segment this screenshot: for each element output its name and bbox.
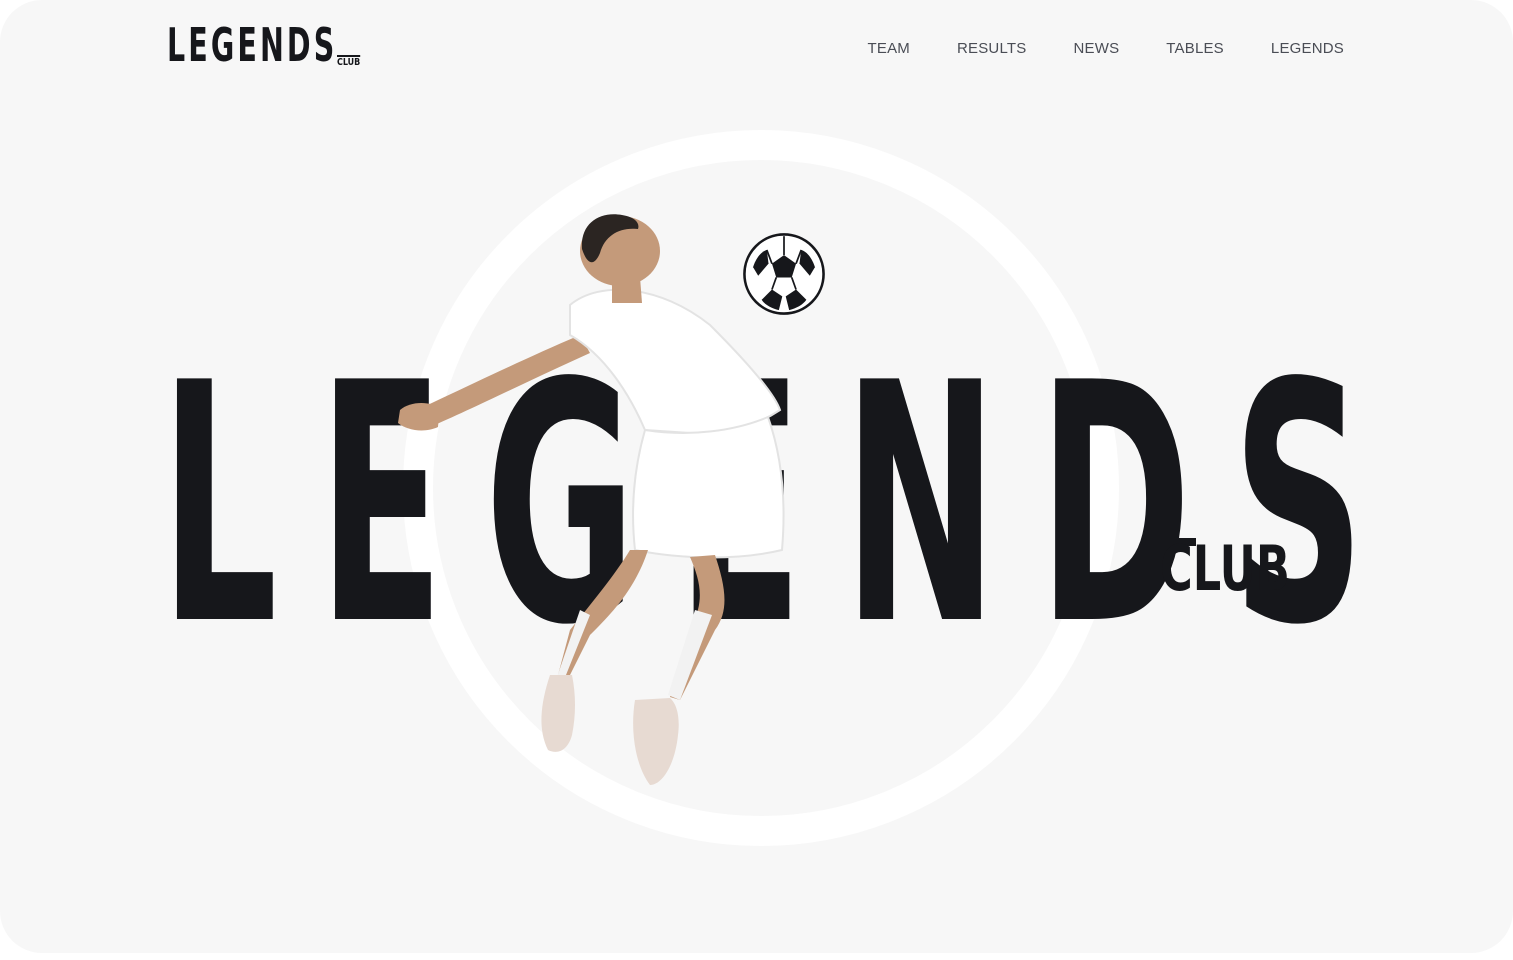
main-nav: TEAM RESULTS NEWS TABLES LEGENDS <box>868 40 1344 57</box>
hero-subtitle: CLUB <box>1160 532 1290 605</box>
soccer-ball-icon <box>743 233 825 315</box>
nav-item-results[interactable]: RESULTS <box>957 40 1026 57</box>
nav-item-team[interactable]: TEAM <box>868 40 910 57</box>
page-frame: LEGENDS CLUB TEAM RESULTS NEWS TABLES LE… <box>0 0 1513 953</box>
logo-club: CLUB <box>337 55 361 68</box>
nav-item-news[interactable]: NEWS <box>1073 40 1119 57</box>
site-logo[interactable]: LEGENDS CLUB <box>167 22 442 68</box>
nav-item-legends[interactable]: LEGENDS <box>1271 40 1344 57</box>
logo-word: LEGENDS <box>167 18 338 72</box>
nav-item-tables[interactable]: TABLES <box>1166 40 1224 57</box>
